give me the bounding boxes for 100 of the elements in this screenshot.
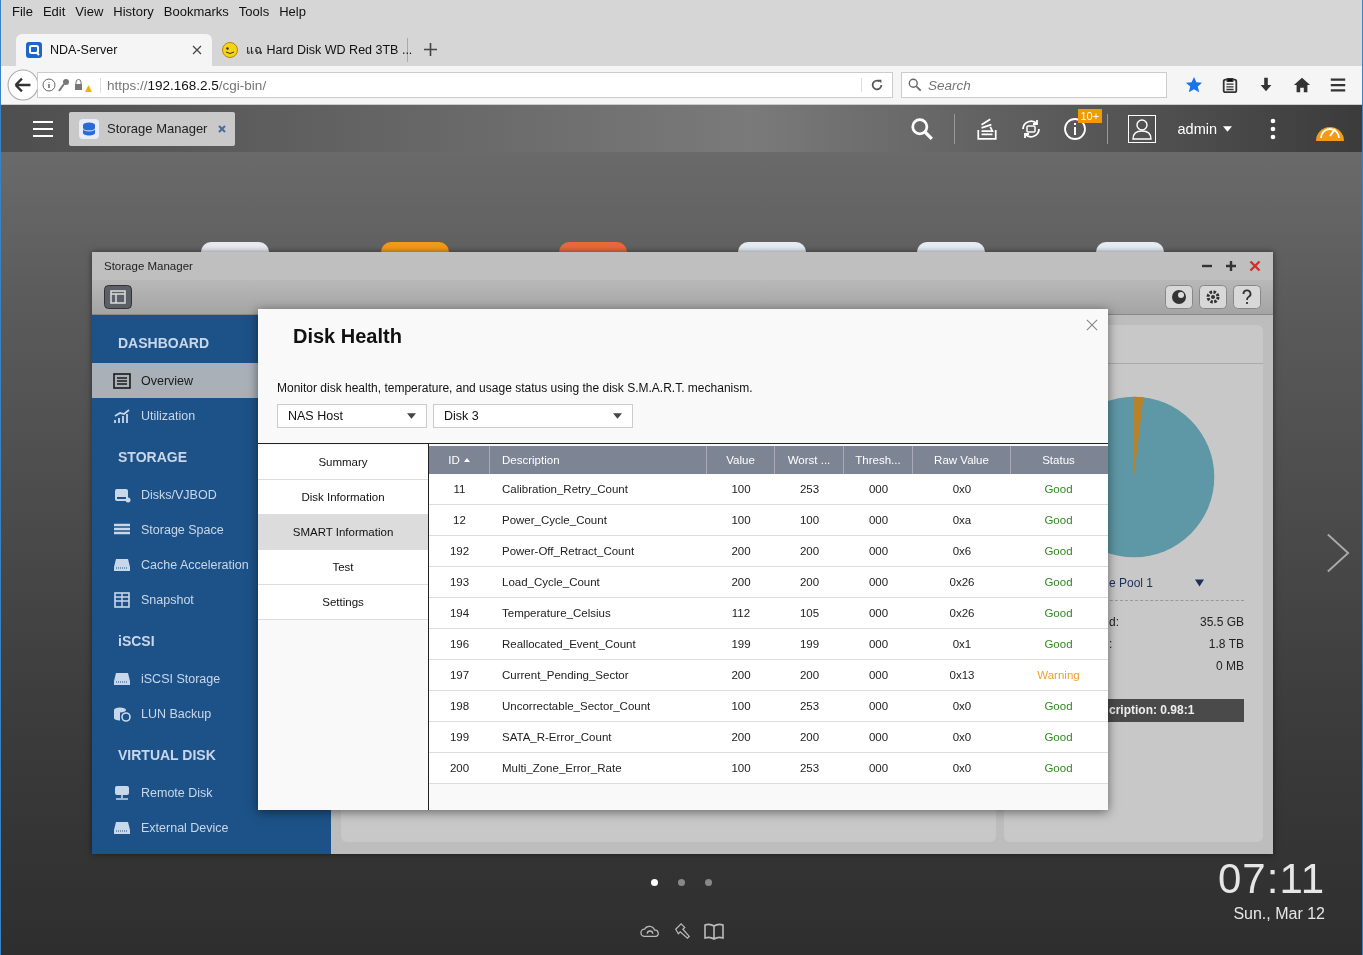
hammer-icon[interactable] bbox=[672, 922, 692, 940]
table-cell-text: 112 bbox=[730, 606, 752, 621]
dropdown[interactable]: NAS Host bbox=[277, 404, 427, 428]
sidebar-item-icon bbox=[113, 486, 131, 503]
section-heading: DASHBOARD bbox=[118, 334, 209, 353]
chevron-right-icon[interactable] bbox=[1326, 532, 1350, 574]
table-cell-text: 0x0 bbox=[951, 699, 973, 714]
dropdown[interactable]: Disk 3 bbox=[433, 404, 633, 428]
sidebar-item[interactable]: External Device bbox=[92, 810, 331, 845]
search-icon bbox=[908, 78, 922, 92]
desktop-app-icon[interactable] bbox=[1096, 242, 1164, 252]
user-icon[interactable] bbox=[1127, 114, 1156, 143]
book-icon[interactable] bbox=[704, 922, 724, 940]
table-cell-text: 0x26 bbox=[948, 575, 976, 590]
section-heading: STORAGE bbox=[118, 448, 187, 467]
table-cell-text: 100 bbox=[730, 761, 752, 776]
page-indicator-dot[interactable] bbox=[651, 879, 658, 886]
table-cell-text: 100 bbox=[798, 513, 821, 528]
menu-item[interactable]: Help bbox=[274, 3, 311, 19]
menu-icon[interactable] bbox=[1329, 76, 1347, 94]
back-button[interactable] bbox=[7, 69, 39, 101]
menu-icon[interactable] bbox=[33, 120, 53, 137]
address-bar[interactable]: https://192.168.2.5/cgi-bin/ bbox=[37, 72, 893, 98]
user-menu[interactable]: admin bbox=[1177, 120, 1232, 137]
table-cell-text: 194 bbox=[448, 606, 471, 621]
site-security-icon[interactable] bbox=[42, 77, 92, 93]
stack-icon[interactable] bbox=[974, 116, 999, 141]
page-indicator-dot[interactable] bbox=[705, 879, 712, 886]
page-indicator-dot[interactable] bbox=[678, 879, 685, 886]
maximize-icon[interactable] bbox=[1225, 260, 1237, 272]
new-tab-icon[interactable] bbox=[424, 43, 437, 56]
status-cell-text: Good bbox=[1043, 482, 1074, 497]
table-cell-text: 253 bbox=[798, 699, 821, 714]
table-cell-text: 200 bbox=[730, 730, 752, 745]
table-cell-text: 000 bbox=[867, 606, 890, 621]
home-icon[interactable] bbox=[1293, 76, 1311, 94]
caret-icon bbox=[407, 413, 416, 419]
menu-item[interactable]: History bbox=[108, 3, 159, 19]
sidebar-item-icon bbox=[113, 372, 131, 389]
close-icon[interactable] bbox=[192, 45, 202, 55]
status-cell-text: Good bbox=[1043, 513, 1074, 528]
nav-item[interactable]: Summary bbox=[258, 445, 428, 480]
menu-item[interactable]: View bbox=[70, 3, 109, 19]
table-cell-text: 200 bbox=[798, 575, 821, 590]
table-cell-text: Current_Pending_Sector bbox=[501, 668, 630, 683]
browser-tab[interactable]: NDA-Server bbox=[16, 34, 212, 66]
table-cell-text: 000 bbox=[867, 513, 890, 528]
menu-item[interactable]: Tools bbox=[233, 3, 275, 19]
desktop-app-icon[interactable] bbox=[201, 242, 269, 252]
table-cell-text: 11 bbox=[452, 482, 467, 497]
table-cell-text: Temperature_Celsius bbox=[501, 606, 612, 621]
stat-label: d: bbox=[1109, 615, 1119, 629]
database-icon bbox=[79, 118, 99, 139]
status-cell-text: Good bbox=[1043, 606, 1074, 621]
stat-label: : bbox=[1109, 637, 1113, 651]
table-cell-text: 0x26 bbox=[948, 606, 976, 621]
sidebar-item[interactable]: LUN Backup bbox=[92, 696, 331, 731]
clock: 07:11 bbox=[1218, 855, 1325, 903]
layout-toggle-button[interactable] bbox=[104, 285, 132, 309]
table-cell-text: 193 bbox=[448, 575, 471, 590]
menu-item[interactable]: Edit bbox=[37, 3, 71, 19]
table-cell-text: 197 bbox=[448, 668, 471, 683]
table-cell-text: 200 bbox=[448, 761, 471, 776]
reload-icon[interactable] bbox=[861, 78, 884, 92]
sidebar-item-icon bbox=[113, 591, 131, 608]
search-field[interactable]: Search bbox=[901, 72, 1167, 98]
more-icon[interactable] bbox=[1270, 117, 1276, 140]
disk-button[interactable] bbox=[1165, 285, 1193, 309]
table-cell-text: Calibration_Retry_Count bbox=[501, 482, 629, 497]
menu-item[interactable]: Bookmarks bbox=[158, 3, 234, 19]
table-cell-text: 0x0 bbox=[951, 482, 973, 497]
sidebar-item[interactable]: Remote Disk bbox=[92, 775, 331, 810]
sidebar-item-icon bbox=[113, 819, 131, 836]
desktop-app-icon[interactable] bbox=[917, 242, 985, 252]
settings-button[interactable] bbox=[1199, 285, 1227, 309]
table-cell-text: 199 bbox=[448, 730, 471, 745]
date: Sun., Mar 12 bbox=[1232, 905, 1325, 923]
section-heading: iSCSI bbox=[118, 632, 155, 651]
nav-item[interactable]: Settings bbox=[258, 585, 428, 620]
desktop-app-icon[interactable] bbox=[738, 242, 806, 252]
window-title: Storage Manager bbox=[104, 260, 193, 272]
menu-item[interactable]: File bbox=[7, 3, 38, 19]
sidebar-item-icon bbox=[113, 670, 131, 687]
table-cell-text: 100 bbox=[730, 699, 752, 714]
stat-value: 35.5 GB bbox=[1199, 615, 1244, 629]
search-icon[interactable] bbox=[909, 116, 934, 141]
app-tab[interactable]: Storage Manager bbox=[69, 111, 236, 146]
table-cell-text: Power_Cycle_Count bbox=[501, 513, 608, 528]
nav-item[interactable]: SMART Information bbox=[258, 515, 428, 550]
caret-icon[interactable] bbox=[1195, 579, 1205, 587]
table-cell-text: 198 bbox=[448, 699, 471, 714]
help-button[interactable] bbox=[1233, 285, 1261, 309]
desktop-app-icon[interactable] bbox=[381, 242, 449, 252]
clipboard-icon[interactable] bbox=[1221, 76, 1239, 94]
sidebar-item[interactable]: iSCSI Storage bbox=[92, 661, 331, 696]
nav-item[interactable]: Test bbox=[258, 550, 428, 585]
table-cell-text: 12 bbox=[452, 513, 467, 528]
star-icon[interactable] bbox=[1185, 76, 1203, 94]
column-header[interactable]: Status bbox=[1011, 446, 1106, 474]
nav-item[interactable]: Disk Information bbox=[258, 480, 428, 515]
